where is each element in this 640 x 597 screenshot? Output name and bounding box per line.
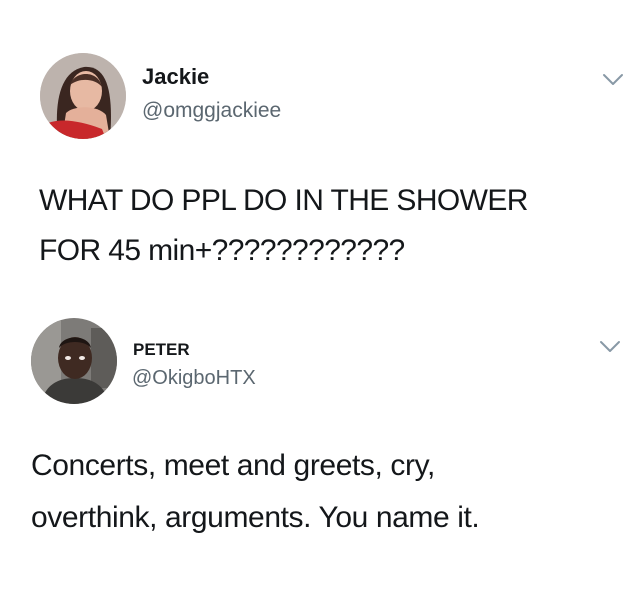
profile-photo-icon [31, 318, 117, 404]
tweet-text: Concerts, meet and greets, cry, overthin… [31, 440, 621, 544]
chevron-down-icon[interactable] [599, 340, 621, 354]
display-name[interactable]: Jackie [142, 64, 209, 90]
display-name[interactable]: PETER [133, 340, 190, 360]
tweet-card: Jackie @omggjackiee WHAT DO PPL DO IN TH… [0, 0, 640, 290]
chevron-down-icon[interactable] [602, 73, 624, 87]
tweet-text: WHAT DO PPL DO IN THE SHOWER FOR 45 min+… [39, 176, 629, 276]
tweet-text-line: overthink, arguments. You name it. [31, 501, 480, 534]
tweet-card: PETER @OkigboHTX Concerts, meet and gree… [0, 300, 640, 597]
tweet-text-line: Concerts, meet and greets, cry, [31, 449, 435, 482]
user-handle[interactable]: @OkigboHTX [132, 367, 256, 390]
avatar[interactable] [31, 318, 117, 404]
tweet-text-line: WHAT DO PPL DO IN THE SHOWER [39, 184, 528, 217]
profile-photo-icon [40, 53, 126, 139]
avatar[interactable] [40, 53, 126, 139]
user-handle[interactable]: @omggjackiee [142, 99, 281, 123]
tweet-text-line: FOR 45 min+???????????? [39, 234, 405, 267]
